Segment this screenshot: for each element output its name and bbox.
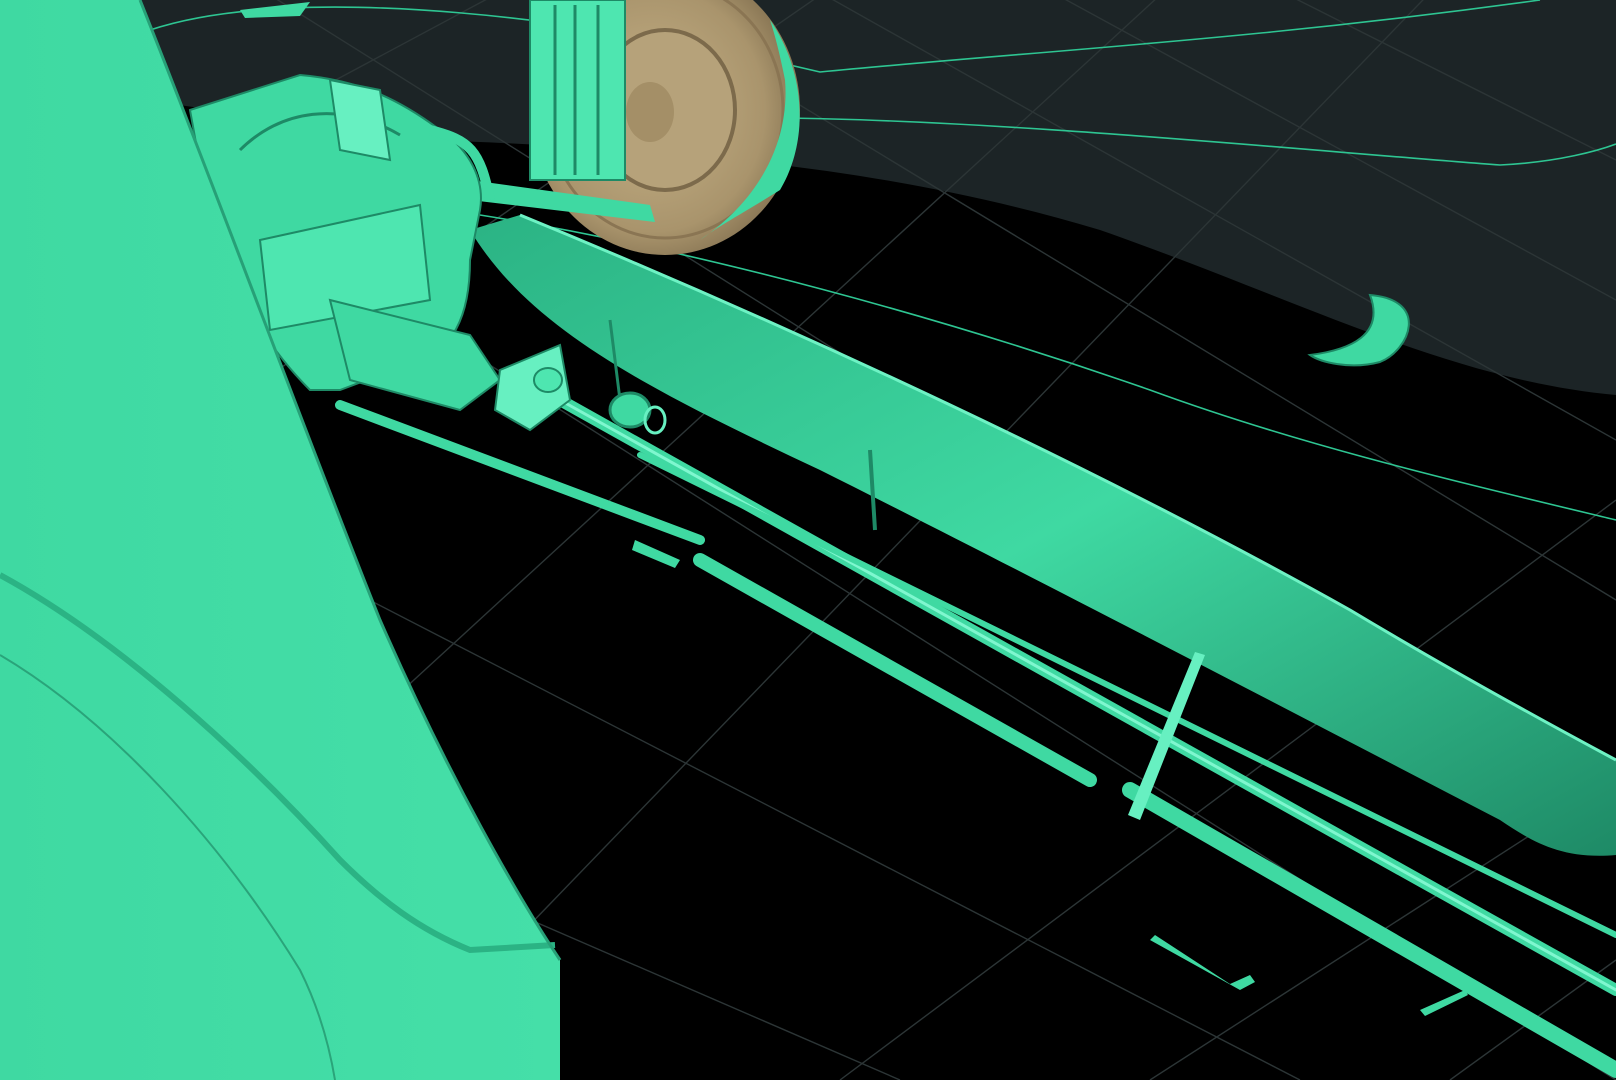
brake-caliper — [529, 0, 626, 181]
fitting — [533, 367, 563, 393]
clip-piece — [1420, 990, 1468, 1016]
clip-piece — [632, 540, 680, 568]
wheel-hub — [626, 82, 674, 142]
3d-viewport[interactable] — [0, 0, 1616, 1080]
engine-detail — [328, 78, 392, 162]
scene-canvas[interactable] — [0, 0, 1616, 1080]
clip-piece — [1150, 935, 1255, 990]
